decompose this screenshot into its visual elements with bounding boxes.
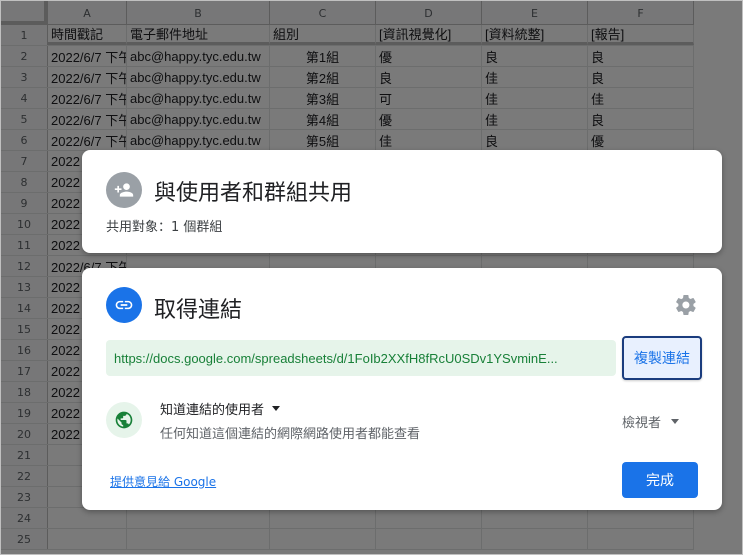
share-with-people-card[interactable]: 與使用者和群組共用 共用對象：1 個群組 [82, 150, 722, 253]
chevron-down-icon [272, 406, 281, 411]
share-subtitle: 共用對象：1 個群組 [106, 220, 223, 235]
gear-icon[interactable] [674, 293, 698, 317]
link-access-description: 任何知道這個連結的網際網路使用者都能查看 [160, 427, 421, 442]
chevron-down-icon [671, 419, 680, 424]
globe-icon [106, 402, 142, 438]
get-link-title: 取得連結 [154, 298, 243, 323]
done-button[interactable]: 完成 [622, 462, 698, 498]
add-person-icon [106, 172, 142, 208]
link-access-dropdown[interactable]: 知道連結的使用者 [160, 399, 281, 418]
role-dropdown[interactable]: 檢視者 [622, 412, 680, 431]
link-icon [106, 287, 142, 323]
share-title: 與使用者和群組共用 [154, 181, 353, 206]
role-label: 檢視者 [622, 416, 662, 431]
link-access-label: 知道連結的使用者 [160, 403, 265, 418]
copy-link-button[interactable]: 複製連結 [622, 336, 702, 380]
get-link-card: 取得連結 https://docs.google.com/spreadsheet… [82, 268, 722, 510]
share-link-field[interactable]: https://docs.google.com/spreadsheets/d/1… [106, 340, 616, 376]
feedback-link[interactable]: 提供意見給 Google [110, 473, 216, 490]
